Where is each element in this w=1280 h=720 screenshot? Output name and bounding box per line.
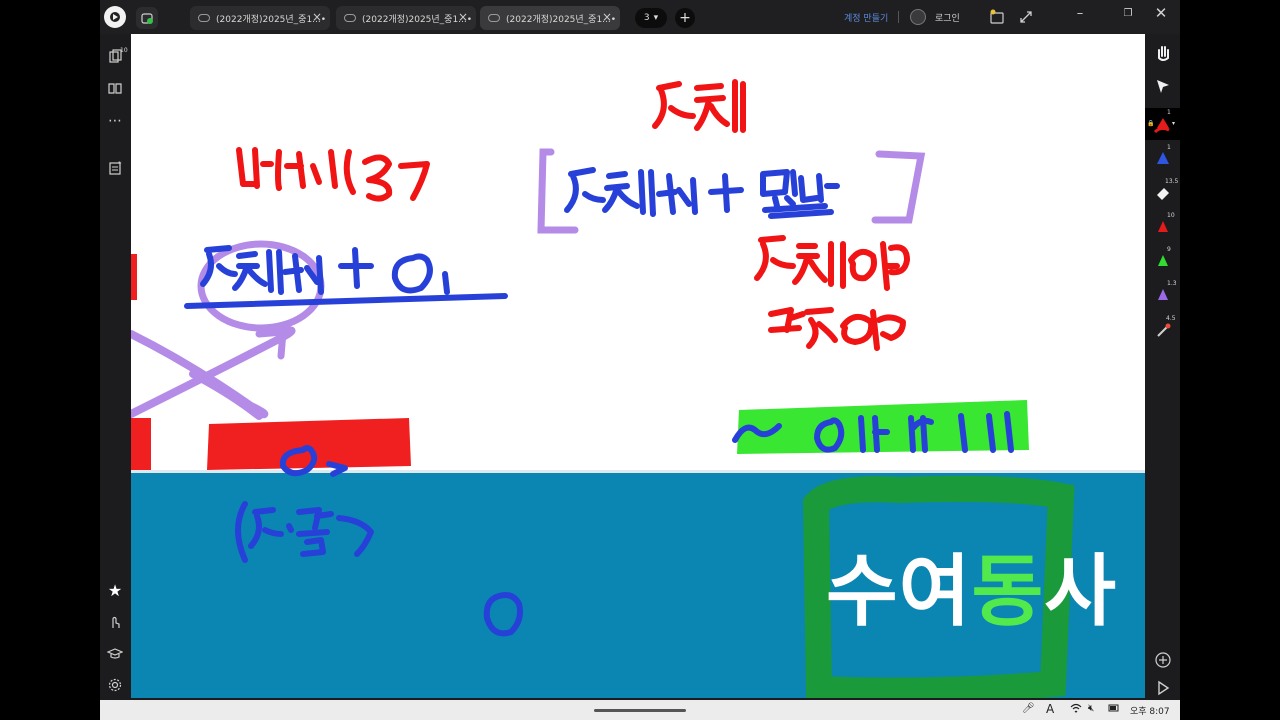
user-avatar-icon[interactable] — [910, 9, 926, 25]
chevron-down-icon: ▾ — [653, 13, 659, 23]
pen-green-size: 9 — [1167, 246, 1171, 253]
wifi-icon — [1070, 703, 1082, 716]
pages-panel-button[interactable]: 10 — [106, 47, 128, 66]
headline-part-1: 수여 — [826, 547, 972, 637]
pen-blue-button[interactable] — [1153, 148, 1173, 168]
close-tab-icon[interactable]: × — [312, 10, 322, 24]
divider — [898, 11, 899, 23]
favorites-button[interactable]: ★ — [106, 582, 124, 600]
slide-headline: 수여동사 — [826, 529, 1117, 641]
tab-label: (2022개정)2025년_중1...• — [216, 14, 327, 25]
app-logo-icon — [110, 12, 120, 22]
volume-icon: 🔇︎ — [1088, 703, 1095, 714]
cloud-icon — [344, 14, 356, 22]
purple-bracket-right — [871, 150, 926, 224]
red-highlight-strip — [131, 418, 151, 470]
pan-tool-button[interactable] — [1153, 42, 1173, 62]
play-icon — [1158, 680, 1170, 696]
gear-icon — [108, 678, 122, 692]
pen-purple-button[interactable] — [1153, 284, 1173, 304]
whiteboard-canvas[interactable]: 수여동사 — [131, 34, 1145, 698]
graduation-cap-icon — [106, 648, 124, 659]
tab-count-label: 3 — [643, 13, 650, 23]
pen-red-2-button[interactable] — [1153, 216, 1173, 236]
book-view-button[interactable] — [106, 80, 124, 98]
tab-bar: (2022개정)2025년_중1...• × (2022개정)2025년_중1.… — [100, 0, 1180, 34]
new-page-icon: * — [109, 160, 122, 175]
close-window-button[interactable]: ✕ — [1151, 4, 1171, 22]
tab-document-3[interactable]: (2022개정)2025년_중1...• × — [480, 6, 620, 30]
pen-red-icon — [1153, 118, 1170, 134]
pen-red-button[interactable] — [1153, 114, 1173, 134]
pages-badge: 10 — [120, 47, 128, 54]
hand-touch-icon — [112, 616, 120, 628]
eraser-size: 13.5 — [1165, 178, 1179, 185]
pen-red-size: 1 — [1167, 109, 1171, 116]
microphone-icon: 🎤︎ — [1022, 703, 1035, 714]
minimize-button[interactable]: – — [1070, 6, 1090, 21]
red-highlight-strip — [131, 254, 137, 300]
battery-icon — [1108, 703, 1120, 716]
pen-green-icon — [1158, 255, 1168, 266]
close-tab-icon[interactable]: × — [458, 10, 468, 24]
add-tab-button[interactable]: + — [675, 8, 695, 28]
learning-button[interactable] — [106, 646, 124, 664]
laser-pointer-button[interactable] — [1153, 320, 1173, 340]
tab-label: (2022개정)2025년_중1...• — [506, 14, 617, 25]
eraser-icon — [1157, 188, 1169, 200]
book-icon — [108, 83, 122, 94]
login-link[interactable]: 로그인 — [935, 11, 960, 24]
svg-text:*: * — [118, 160, 122, 168]
home-gesture-bar[interactable] — [594, 709, 686, 712]
pen-purple-size: 1.3 — [1167, 280, 1177, 287]
close-tab-icon[interactable]: × — [602, 10, 612, 24]
new-page-button[interactable]: * — [106, 160, 124, 178]
lock-icon: 🔒 — [1147, 120, 1155, 127]
tab-count-dropdown[interactable]: 3 ▾ — [635, 8, 667, 28]
pen-blue-size: 1 — [1167, 144, 1171, 151]
more-options-button[interactable]: ⋯ — [106, 112, 124, 130]
home-button[interactable] — [136, 7, 158, 29]
pen-red-2-size: 10 — [1167, 212, 1175, 219]
hand-icon — [1158, 46, 1169, 61]
purple-bracket-left — [537, 148, 579, 234]
restore-button[interactable]: ❐ — [1118, 8, 1138, 19]
chevron-down-icon: ▾ — [1172, 120, 1176, 127]
touch-mode-button[interactable] — [106, 614, 124, 632]
app-logo-button[interactable] — [104, 6, 126, 28]
laser-size: 4.5 — [1166, 315, 1176, 322]
cloud-icon — [488, 14, 500, 22]
laser-pointer-icon — [1157, 323, 1171, 337]
plus-circle-icon — [1155, 652, 1171, 668]
clock: 오후 8:07 — [1130, 707, 1170, 717]
tab-document-1[interactable]: (2022개정)2025년_중1...• × — [190, 6, 330, 30]
cursor-arrow-icon — [1157, 80, 1169, 93]
pen-purple-icon — [1158, 289, 1168, 300]
cloud-icon — [198, 14, 210, 22]
headline-part-3: 사 — [1044, 547, 1118, 637]
system-nav-bar: 🎤︎ A 🔇︎ 오후 8:07 — [100, 700, 1180, 720]
red-highlight-block — [207, 418, 411, 470]
pen-red-2-icon — [1158, 221, 1168, 232]
add-tool-button[interactable] — [1153, 650, 1173, 670]
share-icon[interactable] — [988, 8, 1006, 30]
play-button[interactable] — [1153, 678, 1173, 698]
select-tool-button[interactable] — [1153, 76, 1173, 96]
app-window: (2022개정)2025년_중1...• × (2022개정)2025년_중1.… — [100, 0, 1180, 720]
right-toolbar: 1 ▾ 🔒 1 13.5 10 9 1.3 4.5 — [1145, 34, 1180, 700]
keyboard-language-icon[interactable]: A — [1046, 702, 1054, 716]
left-toolbar: 10 ⋯ * ★ — [100, 34, 131, 700]
headline-part-2: 동 — [971, 547, 1045, 637]
eraser-button[interactable] — [1153, 182, 1173, 202]
home-cloud-icon — [141, 13, 153, 24]
tab-document-2[interactable]: (2022개정)2025년_중1...• × — [336, 6, 476, 30]
tab-label: (2022개정)2025년_중1...• — [362, 14, 473, 25]
settings-button[interactable] — [106, 677, 124, 695]
fullscreen-icon[interactable] — [1018, 9, 1034, 29]
purple-circle — [197, 240, 325, 332]
pen-green-button[interactable] — [1153, 250, 1173, 270]
create-account-link[interactable]: 계정 만들기 — [844, 11, 888, 24]
pen-blue-icon — [1157, 152, 1169, 164]
